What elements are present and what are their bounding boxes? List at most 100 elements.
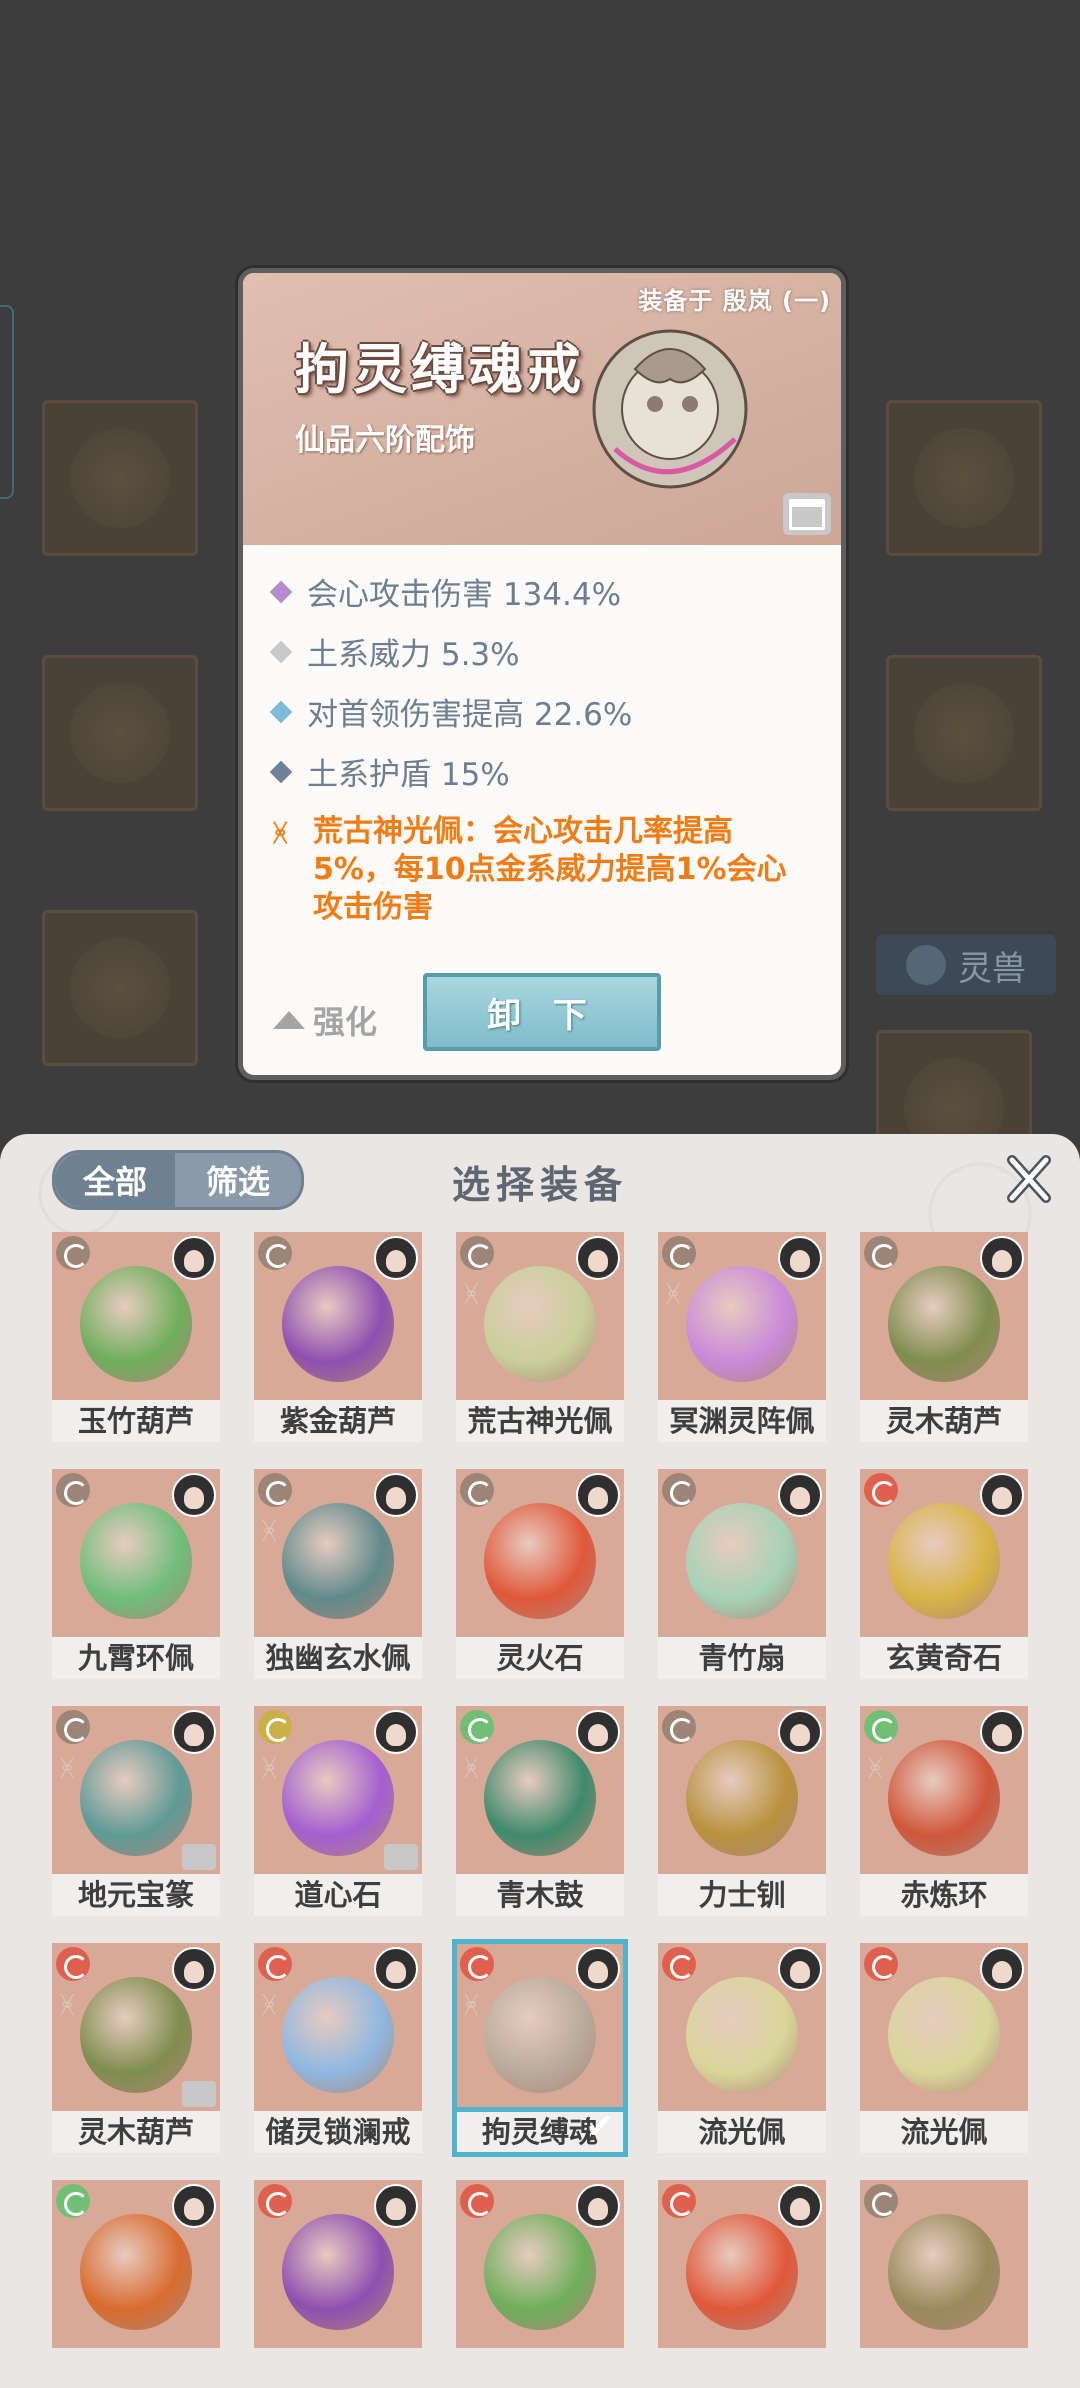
item-artwork-icon	[282, 1740, 394, 1856]
item-artwork-icon	[282, 1266, 394, 1382]
equipment-item-tile	[860, 1469, 1028, 1637]
lock-icon	[182, 1844, 216, 1870]
equipment-item[interactable]: ᚸ 独幽玄水佩	[254, 1469, 422, 1679]
owner-avatar	[576, 1236, 620, 1280]
owner-avatar	[374, 1947, 418, 1991]
equipment-item[interactable]: ᚸ 储灵锁澜戒	[254, 1943, 422, 2153]
equipment-item-name: 流光佩	[658, 2111, 826, 2153]
diamond-bullet-icon	[269, 760, 293, 783]
paw-icon	[906, 945, 946, 985]
item-artwork-icon	[80, 1740, 192, 1856]
set-mark-icon: ᚸ	[464, 1754, 479, 1782]
equipment-item[interactable]	[456, 2180, 624, 2388]
equipment-item[interactable]: ᚸ 灵木葫芦	[52, 1943, 220, 2153]
equipment-item-tile	[456, 2180, 624, 2348]
equipment-item[interactable]	[52, 2180, 220, 2388]
close-icon	[1007, 1155, 1051, 1203]
equip-slot-accessory-1	[886, 400, 1042, 556]
unequip-button[interactable]: 卸 下	[423, 973, 661, 1051]
equipment-item-name: 地元宝篆	[52, 1874, 220, 1916]
owner-avatar	[576, 2184, 620, 2228]
element-icon	[864, 2184, 898, 2218]
element-icon	[864, 1473, 898, 1507]
stat-earth-power: 土系威力 5.3%	[269, 629, 520, 674]
equipment-item-name: 独幽玄水佩	[254, 1637, 422, 1679]
element-icon	[662, 1710, 696, 1744]
item-artwork-icon	[484, 1977, 596, 2093]
equipment-item-tile: ᚸ	[52, 1943, 220, 2111]
item-artwork-icon	[484, 1266, 596, 1382]
equipment-item[interactable]: ᚸ 赤炼环	[860, 1706, 1028, 1916]
equipment-item-name: 青木鼓	[456, 1874, 624, 1916]
diamond-bullet-icon	[269, 700, 293, 723]
equipment-item-tile: ᚸ	[254, 1943, 422, 2111]
equipment-item[interactable]: 九霄环佩	[52, 1469, 220, 1679]
equipment-item-name: 灵木葫芦	[860, 1400, 1028, 1442]
equipment-item-tile: ᚸ	[254, 1706, 422, 1874]
equipment-item[interactable]: ᚸ 拘灵缚魂 ✔	[452, 1939, 628, 2157]
diamond-bullet-icon	[269, 580, 293, 603]
equipment-item-name: 荒古神光佩	[456, 1400, 624, 1442]
equipment-item[interactable]: 流光佩	[860, 1943, 1028, 2153]
set-mark-icon: ᚸ	[464, 1991, 479, 2019]
owner-avatar	[778, 1710, 822, 1754]
set-mark-icon: ᚸ	[262, 1754, 277, 1782]
element-icon	[258, 1236, 292, 1270]
equipment-item-name: 力士钏	[658, 1874, 826, 1916]
equipment-item[interactable]: 玉竹葫芦	[52, 1232, 220, 1442]
close-button[interactable]	[1004, 1154, 1054, 1204]
owner-avatar	[980, 1710, 1024, 1754]
stat-crit-damage: 会心攻击伤害 134.4%	[269, 569, 621, 614]
owner-avatar	[172, 1710, 216, 1754]
lock-icon[interactable]	[783, 493, 831, 535]
enhance-button[interactable]: 强化	[273, 997, 377, 1043]
equipment-item-tile	[658, 1706, 826, 1874]
equipment-item[interactable]: 新获得	[860, 2180, 1028, 2388]
element-icon	[258, 1473, 292, 1507]
owner-avatar	[374, 1710, 418, 1754]
equipment-item-tile	[860, 2180, 1028, 2348]
equipment-item[interactable]: 灵火石	[456, 1469, 624, 1679]
equipment-item-name: 九霄环佩	[52, 1637, 220, 1679]
owner-avatar	[778, 1236, 822, 1280]
item-artwork-icon	[888, 2214, 1000, 2330]
equipment-detail-card: 装备于 殷岚 (一) 拘灵缚魂戒 仙品六阶配饰 会心攻击伤害 134.4% 土系…	[238, 268, 846, 1080]
equipment-item[interactable]: 青竹扇	[658, 1469, 826, 1679]
owner-avatar	[980, 1947, 1024, 1991]
equipment-item[interactable]	[254, 2180, 422, 2388]
element-icon	[460, 1947, 494, 1981]
item-artwork-icon	[80, 1503, 192, 1619]
equipment-item[interactable]: 力士钏	[658, 1706, 826, 1916]
equipment-item-name: 灵火石	[456, 1637, 624, 1679]
equipment-item-name: 冥渊灵阵佩	[658, 1400, 826, 1442]
element-icon	[864, 1710, 898, 1744]
item-artwork-icon	[484, 2214, 596, 2330]
diamond-bullet-icon	[269, 640, 293, 663]
stat-text: 土系威力 5.3%	[307, 637, 520, 673]
spirit-beast-tab-label: 灵兽	[958, 948, 1026, 989]
equipment-item[interactable]: ᚸ 青木鼓	[456, 1706, 624, 1916]
element-icon	[56, 1947, 90, 1981]
equipment-item[interactable]: ᚸ 冥渊灵阵佩	[658, 1232, 826, 1442]
item-artwork-icon	[686, 2214, 798, 2330]
owner-avatar	[576, 1710, 620, 1754]
equip-slot-belt	[42, 910, 198, 1066]
equipment-item[interactable]: ᚸ 荒古神光佩	[456, 1232, 624, 1442]
equipment-item[interactable]: ᚸ 道心石	[254, 1706, 422, 1916]
equipment-item-name: 玉竹葫芦	[52, 1400, 220, 1442]
equipment-item[interactable]: 紫金葫芦	[254, 1232, 422, 1442]
equipment-item-tile	[52, 1232, 220, 1400]
equipment-item[interactable]: 流光佩	[658, 1943, 826, 2153]
element-icon	[460, 1236, 494, 1270]
owner-avatar	[374, 2184, 418, 2228]
equipment-item[interactable]: 灵木葫芦	[860, 1232, 1028, 1442]
equipment-item-tile	[52, 1469, 220, 1637]
equipment-item[interactable]: ᚸ 地元宝篆	[52, 1706, 220, 1916]
equipment-item[interactable]	[658, 2180, 826, 2388]
equipment-item-tile	[658, 2180, 826, 2348]
equipment-item[interactable]: 玄黄奇石	[860, 1469, 1028, 1679]
element-icon	[864, 1236, 898, 1270]
owner-avatar	[374, 1473, 418, 1517]
set-mark-icon: ᚸ	[666, 1280, 681, 1308]
owner-avatar	[778, 2184, 822, 2228]
